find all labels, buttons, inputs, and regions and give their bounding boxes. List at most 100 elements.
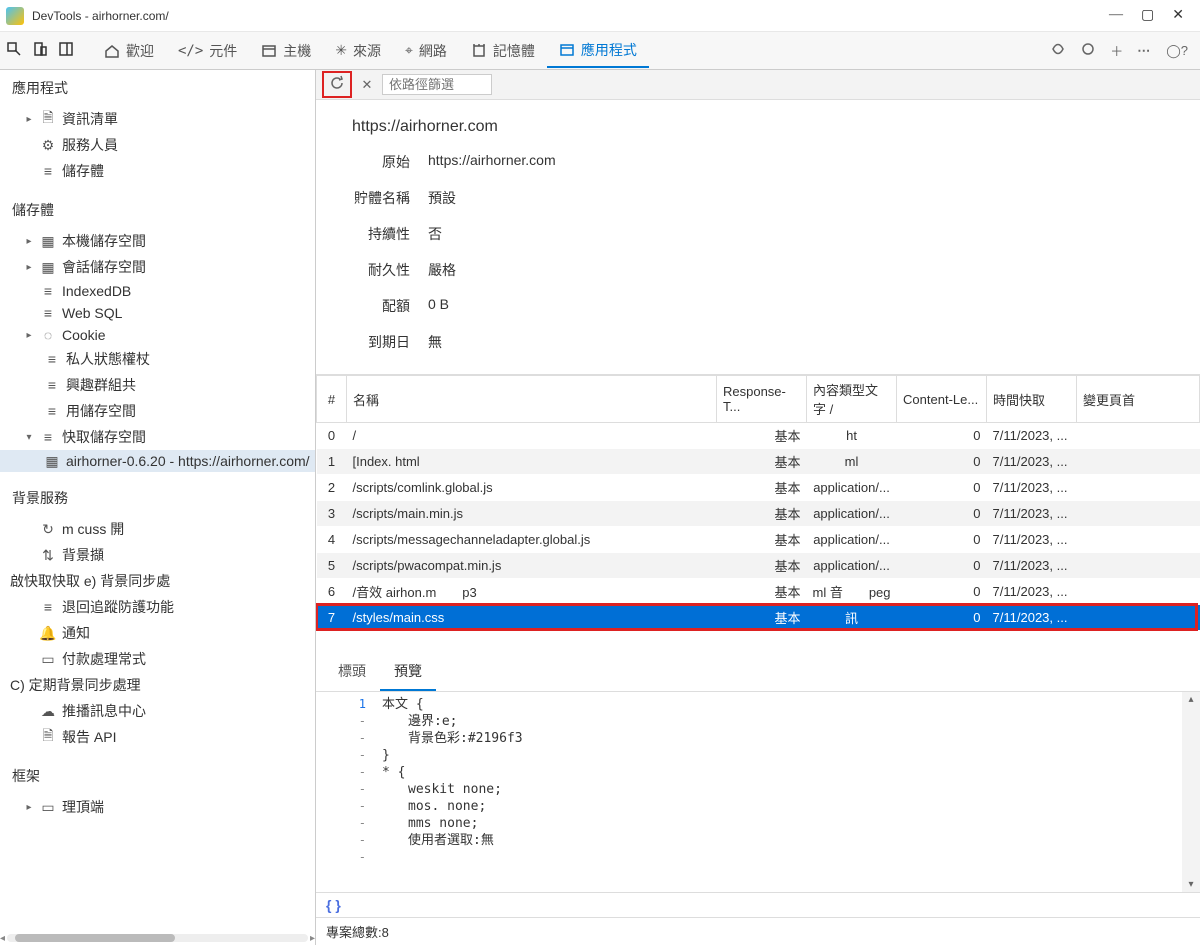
sidebar-item-cache-storage[interactable]: ▾≡快取儲存空間: [0, 424, 316, 450]
table-row[interactable]: 6/音效 airhon.m p3基本ml 音 peg07/11/2023, ..…: [317, 579, 1200, 605]
grid-icon: ▦: [40, 233, 56, 249]
sidebar-item-service-workers[interactable]: ⚙服務人員: [0, 132, 316, 158]
help-button[interactable]: ◯?: [1166, 43, 1188, 59]
col-content-type[interactable]: 內容類型文字 /: [807, 376, 897, 423]
more-menu-button[interactable]: ⋯: [1137, 43, 1152, 59]
sidebar-item-bg-6[interactable]: C) 定期背景同步處理: [0, 672, 316, 698]
table-row[interactable]: 3/scripts/main.min.js基本application/...07…: [317, 501, 1200, 527]
sidebar-item-bg-3[interactable]: ≡退回追蹤防護功能: [0, 594, 316, 620]
sidebar-horizontal-scrollbar[interactable]: ◂ ▸: [0, 931, 315, 945]
sidebar-item-cache-entry[interactable]: ▦airhorner-0.6.20 - https://airhorner.co…: [0, 450, 316, 472]
document-icon: 🗎: [40, 111, 56, 127]
table-icon: ▦: [44, 453, 60, 469]
preview-pane: 1--------- 本文 { 邊界:e; 背景色彩:#2196f3}* { w…: [316, 692, 1200, 892]
close-button[interactable]: ✕: [1172, 7, 1184, 24]
grid-icon: ▦: [40, 259, 56, 275]
tab-elements-label: 元件: [209, 41, 237, 61]
col-time-cached[interactable]: 時間快取: [987, 376, 1077, 423]
sidebar-item-indexeddb[interactable]: ≡IndexedDB: [0, 280, 316, 302]
detail-label: 原始: [344, 152, 410, 172]
table-row[interactable]: 0/基本ht07/11/2023, ...: [317, 423, 1200, 449]
col-num[interactable]: #: [317, 376, 347, 423]
cache-entries-grid: # 名稱 Response-T... 內容類型文字 / Content-Le..…: [316, 375, 1200, 653]
tab-host-label: 主機: [283, 41, 311, 61]
clear-button[interactable]: ✕: [358, 77, 376, 93]
footer-total: 專案總數:8: [316, 917, 1200, 945]
tab-elements[interactable]: </>元件: [166, 35, 249, 67]
sidebar-item-session-storage[interactable]: ▸▦會話儲存空間: [0, 254, 316, 280]
col-vary[interactable]: 變更頁首: [1077, 376, 1200, 423]
line-gutter: 1---------: [316, 692, 376, 892]
sidebar-item-top-frame[interactable]: ▸▭理頂端: [0, 794, 316, 820]
section-bg-services: 背景服務: [0, 480, 316, 516]
main-tabbar: 歡迎 </>元件 主機 ✳來源 ⌖網路 記憶體 應用程式 ＋ ⋯ ◯?: [0, 32, 1200, 70]
minimize-button[interactable]: —: [1109, 7, 1123, 24]
subtab-headers[interactable]: 標頭: [324, 653, 380, 691]
detail-value: https://airhorner.com: [428, 152, 556, 172]
sidebar-item-bg-5[interactable]: ▭付款處理常式: [0, 646, 316, 672]
detail-label: 到期日: [344, 332, 410, 352]
database-icon: ≡: [40, 163, 56, 179]
database-icon: ≡: [40, 305, 56, 321]
device-toggle-icon[interactable]: [32, 41, 48, 60]
database-icon: ≡: [44, 351, 60, 367]
sidebar-item-bg-0[interactable]: ↻m cuss 開: [0, 516, 316, 542]
sidebar-item-cookie[interactable]: ▸◌Cookie: [0, 324, 316, 346]
tab-welcome[interactable]: 歡迎: [92, 35, 166, 67]
col-name[interactable]: 名稱: [347, 376, 717, 423]
table-row[interactable]: 2/scripts/comlink.global.js基本application…: [317, 475, 1200, 501]
window-title: DevTools - airhorner.com/: [32, 9, 1109, 23]
tab-network[interactable]: ⌖網路: [393, 35, 459, 67]
inspect-icon[interactable]: [6, 41, 22, 60]
table-row[interactable]: 5/scripts/pwacompat.min.js基本application/…: [317, 553, 1200, 579]
section-application: 應用程式: [0, 70, 316, 106]
content-toolbar: ✕: [316, 70, 1200, 100]
detail-label: 持續性: [344, 224, 410, 244]
app-icon: [6, 7, 24, 25]
sidebar-item-bg-1[interactable]: ⇅背景擷: [0, 542, 316, 568]
sidebar-item-manifest[interactable]: ▸🗎資訊清單: [0, 106, 316, 132]
maximize-button[interactable]: ▢: [1141, 7, 1154, 24]
sidebar-item-shared-storage[interactable]: ≡用儲存空間: [0, 398, 316, 424]
tab-application-label: 應用程式: [581, 40, 637, 60]
sidebar-item-bg-7[interactable]: ☁推播訊息中心: [0, 698, 316, 724]
col-response-type[interactable]: Response-T...: [717, 376, 807, 423]
gear-icon: ⚙: [40, 137, 56, 153]
footer-braces[interactable]: { }: [316, 892, 1200, 917]
sidebar-item-private-state[interactable]: ≡私人狀態權杖: [0, 346, 316, 372]
detail-label: 耐久性: [344, 260, 410, 280]
database-icon: ≡: [44, 377, 60, 393]
tool-icon-1[interactable]: [1050, 41, 1066, 60]
tab-application[interactable]: 應用程式: [547, 34, 649, 68]
preview-vertical-scrollbar[interactable]: ▴▾: [1182, 692, 1200, 892]
sidebar-item-websql[interactable]: ≡Web SQL: [0, 302, 316, 324]
refresh-button[interactable]: [328, 75, 346, 94]
tab-sources-label: 來源: [353, 41, 381, 61]
sidebar-item-bg-4[interactable]: 🔔通知: [0, 620, 316, 646]
sidebar-item-bg-2[interactable]: 啟快取快取 e) 背景同步處: [0, 568, 316, 594]
tab-sources[interactable]: ✳來源: [323, 35, 393, 67]
subtab-preview[interactable]: 預覽: [380, 653, 436, 691]
table-row[interactable]: 4/scripts/messagechanneladapter.global.j…: [317, 527, 1200, 553]
sidebar-item-interest-groups[interactable]: ≡興趣群組共: [0, 372, 316, 398]
add-tab-button[interactable]: ＋: [1110, 41, 1123, 60]
section-frames: 框架: [0, 758, 316, 794]
tab-host[interactable]: 主機: [249, 35, 323, 67]
dock-icon[interactable]: [58, 41, 74, 60]
tab-memory[interactable]: 記憶體: [459, 35, 547, 67]
col-content-length[interactable]: Content-Le...: [897, 376, 987, 423]
refresh-button-highlight: [322, 71, 352, 98]
sidebar-item-bg-8[interactable]: 🗎報告 API: [0, 724, 316, 750]
detail-value: 無: [428, 332, 442, 352]
table-row[interactable]: 1[Index. html基本ml07/11/2023, ...: [317, 449, 1200, 475]
tool-icon-2[interactable]: [1080, 41, 1096, 60]
code-preview: 本文 { 邊界:e; 背景色彩:#2196f3}* { weskit none;…: [376, 692, 1182, 892]
sidebar-item-local-storage[interactable]: ▸▦本機儲存空間: [0, 228, 316, 254]
tab-memory-label: 記憶體: [493, 41, 535, 61]
sidebar-item-storage[interactable]: ≡儲存體: [0, 158, 316, 184]
filter-input[interactable]: [382, 74, 492, 95]
detail-value: 否: [428, 224, 442, 244]
table-row[interactable]: 7/styles/main.css基本訊07/11/2023, ...: [317, 605, 1200, 631]
database-icon: ≡: [40, 283, 56, 299]
window-icon: ▭: [40, 799, 56, 815]
